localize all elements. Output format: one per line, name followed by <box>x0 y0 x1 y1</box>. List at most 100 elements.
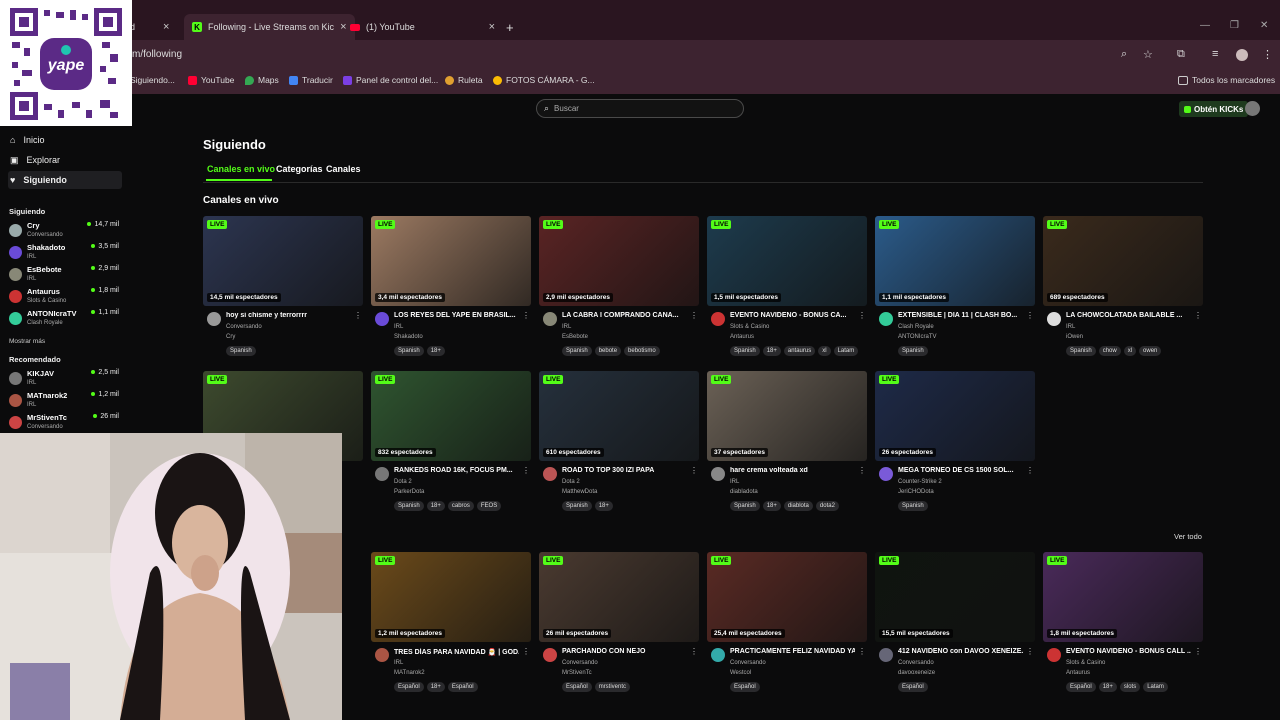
stream-category[interactable]: Counter-Strike 2 <box>898 479 942 485</box>
sidebar-channel[interactable]: ANTONIcraTV Clash Royale 1,1 mil <box>9 309 121 331</box>
stream-card[interactable]: LIVE 1,1 mil espectadores EXTENSIBLE | DIA… <box>875 216 1035 361</box>
profile-avatar[interactable] <box>1236 49 1248 61</box>
stream-title[interactable]: 412 NAVIDEÑO con DAVOO XENEIZE... <box>898 648 1023 655</box>
channel-name[interactable]: Cry <box>226 334 235 340</box>
stream-thumbnail[interactable]: LIVE 15,5 mil espectadores <box>875 552 1035 642</box>
stream-thumbnail[interactable]: LIVE 689 espectadores <box>1043 216 1203 306</box>
tag-chip[interactable]: 18+ <box>1098 682 1117 692</box>
channel-name[interactable]: ANTONIcraTV <box>898 334 937 340</box>
tag-chip[interactable]: Español <box>1066 682 1096 692</box>
stream-thumbnail[interactable]: LIVE 1,8 mil espectadores <box>1043 552 1203 642</box>
sidebar-channel[interactable]: KIKJAV IRL 2,5 mil <box>9 369 121 391</box>
bookmark-item[interactable]: YouTube <box>188 75 234 85</box>
all-bookmarks[interactable]: Todos los marcadores <box>1178 75 1275 85</box>
stream-thumbnail[interactable]: LIVE 832 espectadores <box>371 371 531 461</box>
minimize-icon[interactable]: — <box>1200 20 1210 31</box>
tag-chip[interactable]: Español <box>394 682 424 692</box>
stream-title[interactable]: hoy si chisme y terrorrrr <box>226 312 351 319</box>
media-icon[interactable]: ≡ <box>1212 48 1218 60</box>
stream-title[interactable]: RANKEDS ROAD 16K, FOCUS PM... <box>394 467 519 474</box>
channel-name[interactable]: MATnarok2 <box>394 670 425 676</box>
more-options-icon[interactable]: ⋮ <box>522 647 530 656</box>
avatar[interactable] <box>543 467 557 481</box>
search-input[interactable]: ⌕ Buscar <box>536 99 744 118</box>
more-options-icon[interactable]: ⋮ <box>690 311 698 320</box>
stream-card[interactable]: LIVE 1,8 mil espectadores EVENTO NAVIDEÑO … <box>1043 552 1203 697</box>
nav-siguiendo[interactable]: ♥ Siguiendo <box>8 171 122 189</box>
tag-chip[interactable]: mrstiventc <box>594 682 631 692</box>
tag-chip[interactable]: Spanish <box>1066 346 1096 356</box>
stream-thumbnail[interactable]: LIVE 26 mil espectadores <box>539 552 699 642</box>
bookmark-item[interactable]: Traducir <box>289 75 333 85</box>
tab-channels[interactable]: Canales <box>326 164 361 174</box>
menu-icon[interactable]: ⋮ <box>1262 48 1273 61</box>
stream-title[interactable]: EVENTO NAVIDEÑO - BONUS CALL ... <box>1066 648 1191 655</box>
stream-title[interactable]: LA CHOWCOLATADA BAILABLE ... <box>1066 312 1191 319</box>
stream-category[interactable]: Slots & Casino <box>730 324 769 330</box>
avatar[interactable] <box>711 467 725 481</box>
stream-category[interactable]: Slots & Casino <box>1066 660 1105 666</box>
channel-name[interactable]: Shakadoto <box>394 334 423 340</box>
channel-name[interactable]: iOwen <box>1066 334 1083 340</box>
avatar[interactable] <box>207 312 221 326</box>
stream-title[interactable]: MEGA TORNEO DE CS 1500 SOL... <box>898 467 1023 474</box>
tag-chip[interactable]: Español <box>447 682 478 692</box>
sidebar-channel[interactable]: Cry Conversando 14,7 mil <box>9 221 121 243</box>
avatar[interactable] <box>375 467 389 481</box>
stream-thumbnail[interactable]: LIVE 610 espectadores <box>539 371 699 461</box>
user-avatar[interactable] <box>1245 101 1260 116</box>
close-icon[interactable]: × <box>489 21 495 33</box>
stream-card[interactable]: LIVE 37 espectadores hare crema volteada x… <box>707 371 867 516</box>
stream-category[interactable]: IRL <box>1066 324 1075 330</box>
stream-title[interactable]: ROAD TO TOP 300 IZI PAPA <box>562 467 687 474</box>
tag-chip[interactable]: xl <box>818 346 831 356</box>
sidebar-channel[interactable]: MrStivenTc Conversando 26 mil <box>9 413 121 435</box>
stream-title[interactable]: PRACTICAMENTE FELIZ NAVIDAD YA <box>730 648 855 655</box>
tag-chip[interactable]: Spanish <box>898 501 928 511</box>
stream-title[interactable]: LOS REYES DEL YAPE EN BRASIL... <box>394 312 519 319</box>
tag-chip[interactable]: Latam <box>833 346 859 356</box>
stream-thumbnail[interactable]: LIVE 2,9 mil espectadores <box>539 216 699 306</box>
stream-category[interactable]: Conversando <box>898 660 934 666</box>
nav-inicio[interactable]: ⌂ Inicio <box>8 131 122 149</box>
tag-chip[interactable]: slots <box>1119 682 1141 692</box>
stream-thumbnail[interactable]: LIVE 1,2 mil espectadores <box>371 552 531 642</box>
stream-category[interactable]: Dota 2 <box>394 479 412 485</box>
tag-chip[interactable]: Spanish <box>394 501 424 511</box>
channel-name[interactable]: diabladota <box>730 489 758 495</box>
tag-chip[interactable]: 18+ <box>762 501 781 511</box>
stream-title[interactable]: EXTENSIBLE | DIA 11 | CLASH BO... <box>898 312 1023 319</box>
stream-category[interactable]: IRL <box>562 324 571 330</box>
stream-category[interactable]: Conversando <box>730 660 766 666</box>
zoom-icon[interactable]: ⌕ <box>1121 48 1127 61</box>
more-options-icon[interactable]: ⋮ <box>858 311 866 320</box>
more-options-icon[interactable]: ⋮ <box>690 647 698 656</box>
tag-chip[interactable]: 18+ <box>426 682 445 692</box>
stream-card[interactable]: LIVE 15,5 mil espectadores 412 NAVIDEÑO co… <box>875 552 1035 697</box>
stream-title[interactable]: EVENTO NAVIDEÑO - BONUS CA... <box>730 312 855 319</box>
more-options-icon[interactable]: ⋮ <box>1194 311 1202 320</box>
browser-tab[interactable]: d × <box>130 14 169 40</box>
tag-chip[interactable]: 18+ <box>762 346 781 356</box>
avatar[interactable] <box>543 648 557 662</box>
more-options-icon[interactable]: ⋮ <box>858 647 866 656</box>
stream-card[interactable]: LIVE 2,9 mil espectadores LA CABRA I COMPR… <box>539 216 699 361</box>
browser-tab-active[interactable]: K Following - Live Streams on Kic × <box>184 14 355 40</box>
window-close-icon[interactable]: ✕ <box>1260 20 1268 31</box>
maximize-icon[interactable]: ❐ <box>1230 20 1239 31</box>
browser-tab[interactable]: (1) YouTube × <box>350 14 495 40</box>
tag-chip[interactable]: xl <box>1123 346 1137 356</box>
close-icon[interactable]: × <box>163 21 169 33</box>
tag-chip[interactable]: Español <box>562 682 592 692</box>
stream-card[interactable]: LIVE 1,2 mil espectadores TRES DÍAS PARA N… <box>371 552 531 697</box>
stream-card[interactable]: LIVE 3,4 mil espectadores LOS REYES DEL YA… <box>371 216 531 361</box>
channel-name[interactable]: Antaurus <box>730 334 754 340</box>
channel-name[interactable]: MatthewDota <box>562 489 597 495</box>
avatar[interactable] <box>375 648 389 662</box>
sidebar-channel[interactable]: MATnarok2 IRL 1,2 mil <box>9 391 121 413</box>
nav-explorar[interactable]: ▣ Explorar <box>8 151 122 169</box>
close-icon[interactable]: × <box>340 21 346 33</box>
tag-chip[interactable]: Spanish <box>562 501 592 511</box>
tag-chip[interactable]: FEOS <box>476 501 502 511</box>
channel-name[interactable]: JeriCHODota <box>898 489 934 495</box>
